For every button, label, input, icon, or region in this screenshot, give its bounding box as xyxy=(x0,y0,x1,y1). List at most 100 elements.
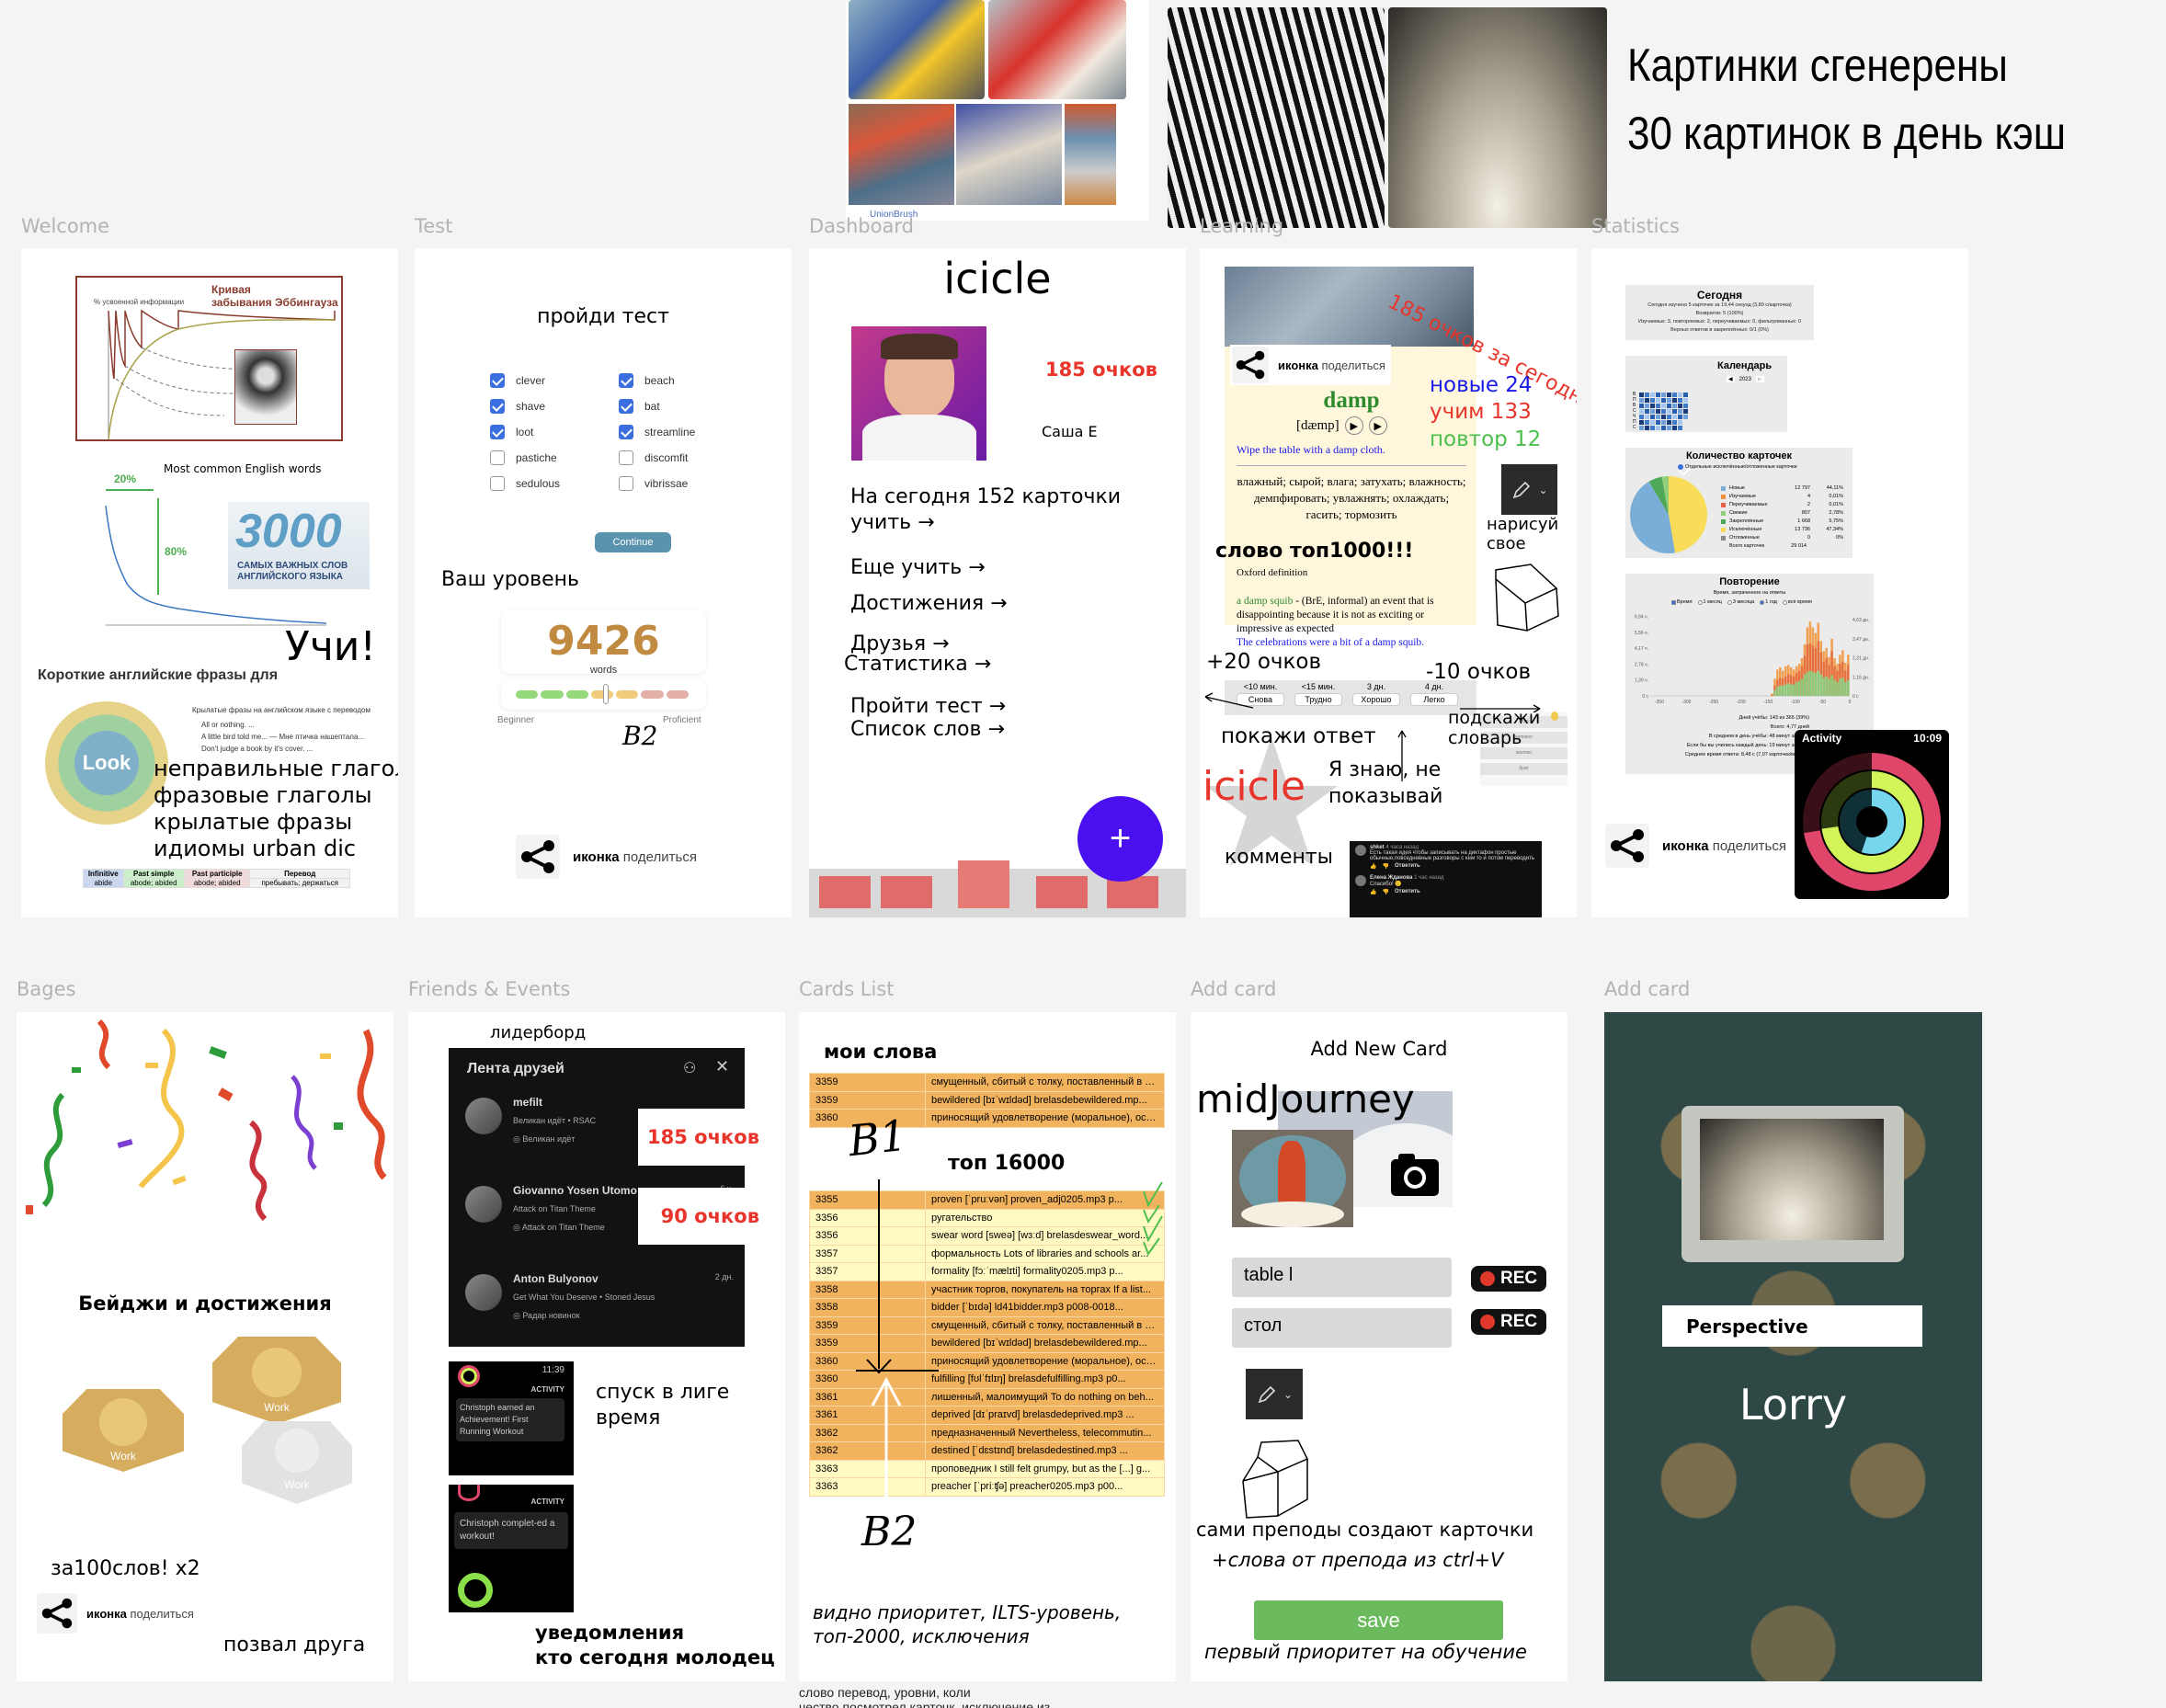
calendar-cell[interactable] xyxy=(1656,426,1660,430)
friend-row[interactable]: Anton Bulyonov Get What You Deserve • Sto… xyxy=(462,1269,737,1342)
calendar-cell[interactable] xyxy=(1683,420,1688,425)
word-checkbox[interactable] xyxy=(619,373,633,388)
calendar-cell[interactable] xyxy=(1661,420,1666,425)
calendar-cell[interactable] xyxy=(1656,409,1660,414)
calendar-cell[interactable] xyxy=(1678,420,1682,425)
calendar-cell[interactable] xyxy=(1683,426,1688,430)
badge-work-earned[interactable]: Work xyxy=(212,1337,341,1424)
menu-achievements[interactable]: Достижения → xyxy=(850,592,1008,615)
tab-item-active[interactable] xyxy=(958,860,1009,908)
hint-option[interactable]: молоко xyxy=(1480,747,1568,759)
word-checkbox[interactable] xyxy=(490,373,505,388)
calendar-cell[interactable] xyxy=(1661,415,1666,419)
calendar-cell[interactable] xyxy=(1672,426,1677,430)
calendar-cell[interactable] xyxy=(1672,393,1677,397)
calendar-cell[interactable] xyxy=(1639,420,1644,425)
radio[interactable] xyxy=(1727,599,1732,605)
calendar-cell[interactable] xyxy=(1678,415,1682,419)
rec-word-button[interactable]: REC xyxy=(1471,1266,1547,1292)
play-audio-icon[interactable]: ▶ xyxy=(1344,416,1363,435)
topic-phrasal-verbs[interactable]: фразовые глаголы xyxy=(154,782,398,809)
share-button[interactable]: иконка поделиться xyxy=(1605,824,1786,868)
dislike-icon[interactable]: 👎 xyxy=(1382,863,1388,870)
calendar-cell[interactable] xyxy=(1661,404,1666,408)
checkbox[interactable] xyxy=(1671,599,1676,605)
draw-tool-button[interactable]: ⌄ xyxy=(1501,464,1557,515)
calendar-cell[interactable] xyxy=(1650,393,1655,397)
repeat-option[interactable]: 1 месяц xyxy=(1697,599,1722,605)
repeat-option[interactable]: всё время xyxy=(1782,599,1812,605)
close-icon[interactable]: ✕ xyxy=(715,1057,729,1076)
calendar-cell[interactable] xyxy=(1639,415,1644,419)
calendar-cell[interactable] xyxy=(1650,404,1655,408)
calendar-cell[interactable] xyxy=(1672,415,1677,419)
tab-item[interactable] xyxy=(881,876,932,908)
calendar-cell[interactable] xyxy=(1656,393,1660,397)
calendar-cell[interactable] xyxy=(1661,398,1666,403)
calendar-cell[interactable] xyxy=(1683,409,1688,414)
calendar-cell[interactable] xyxy=(1645,398,1649,403)
calendar-cell[interactable] xyxy=(1645,404,1649,408)
calendar-cell[interactable] xyxy=(1656,415,1660,419)
calendar-cell[interactable] xyxy=(1656,398,1660,403)
calendar-cell[interactable] xyxy=(1650,426,1655,430)
calendar-prev-button[interactable]: ◀ xyxy=(1727,376,1735,382)
menu-statistics[interactable]: Статистика → xyxy=(844,653,991,676)
word-checkbox[interactable] xyxy=(619,476,633,491)
test-word-option[interactable]: pastiche xyxy=(490,450,619,465)
calendar-cell[interactable] xyxy=(1678,393,1682,397)
calendar-cell[interactable] xyxy=(1645,409,1649,414)
dislike-icon[interactable]: 👎 xyxy=(1382,889,1388,895)
friend-row[interactable]: mefilt Великан идёт • RSAC ◎ Великан идёт 1… xyxy=(462,1092,761,1166)
word-checkbox[interactable] xyxy=(490,425,505,439)
test-word-option[interactable]: clever xyxy=(490,373,619,388)
calendar-cell[interactable] xyxy=(1667,398,1671,403)
topic-irregular-verbs[interactable]: неправильные глаголы xyxy=(154,756,398,782)
calendar-cell[interactable] xyxy=(1645,415,1649,419)
i-know-button[interactable]: Я знаю, не показывай xyxy=(1328,757,1503,810)
calendar-cell[interactable] xyxy=(1667,415,1671,419)
repeat-option[interactable]: 3 месяца xyxy=(1727,599,1754,605)
word-checkbox[interactable] xyxy=(490,450,505,465)
menu-today-cards[interactable]: На сегодня 152 карточки учить → xyxy=(850,484,1126,536)
card-word-field[interactable]: Perspective xyxy=(1662,1305,1922,1347)
word-checkbox[interactable] xyxy=(619,425,633,439)
calendar-cell[interactable] xyxy=(1678,409,1682,414)
test-word-option[interactable]: beach xyxy=(619,373,747,388)
tab-item[interactable] xyxy=(819,876,871,908)
word-input[interactable]: table l xyxy=(1232,1258,1452,1297)
calendar-cell[interactable] xyxy=(1639,409,1644,414)
separate-excluded-checkbox[interactable] xyxy=(1678,464,1683,470)
save-button[interactable]: save xyxy=(1254,1600,1503,1640)
word-checkbox[interactable] xyxy=(490,399,505,414)
friend-row[interactable]: Giovanno Yosen Utomo Attack on Titan Them… xyxy=(462,1180,761,1254)
word-checkbox[interactable] xyxy=(619,450,633,465)
repeat-option[interactable]: Время xyxy=(1671,599,1693,605)
calendar-next-button[interactable]: ▶ xyxy=(1755,376,1764,382)
calendar-cell[interactable] xyxy=(1667,409,1671,414)
draw-tool-button[interactable]: ⌄ xyxy=(1246,1369,1303,1419)
radio[interactable] xyxy=(1697,599,1703,605)
tab-item[interactable] xyxy=(1036,876,1088,908)
share-button[interactable]: иконка поделиться xyxy=(516,835,697,879)
test-word-option[interactable]: shave xyxy=(490,399,619,414)
calendar-cell[interactable] xyxy=(1645,393,1649,397)
calendar-cell[interactable] xyxy=(1639,426,1644,430)
test-word-option[interactable]: loot xyxy=(490,425,619,439)
level-slider-thumb[interactable] xyxy=(602,684,609,704)
reply-button[interactable]: Ответить xyxy=(1395,863,1420,870)
menu-take-test[interactable]: Пройти тест → xyxy=(850,695,1006,718)
calendar-cell[interactable] xyxy=(1650,409,1655,414)
add-card-fab[interactable]: + xyxy=(1077,796,1163,882)
calendar-cell[interactable] xyxy=(1661,409,1666,414)
rec-translation-button[interactable]: REC xyxy=(1471,1309,1547,1335)
word-checkbox[interactable] xyxy=(490,476,505,491)
word-checkbox[interactable] xyxy=(619,399,633,414)
badge-work-locked[interactable]: Work xyxy=(242,1421,352,1504)
like-icon[interactable]: 👍 xyxy=(1370,889,1376,895)
calendar-cell[interactable] xyxy=(1672,420,1677,425)
share-button[interactable]: иконка поделиться xyxy=(37,1593,194,1634)
calendar-cell[interactable] xyxy=(1661,426,1666,430)
calendar-cell[interactable] xyxy=(1667,393,1671,397)
calendar-cell[interactable] xyxy=(1678,404,1682,408)
